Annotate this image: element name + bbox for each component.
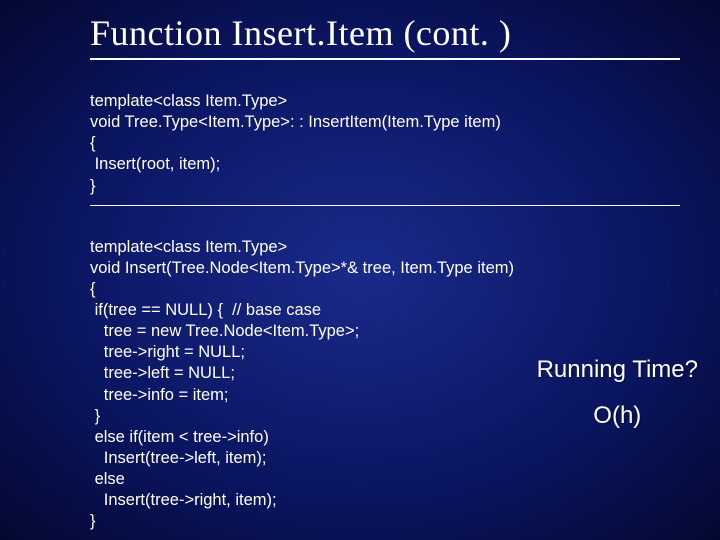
slide-title: Function Insert.Item (cont. ) — [90, 12, 680, 60]
code-line: void Tree.Type<Item.Type>: : InsertItem(… — [90, 113, 501, 131]
code-line: { — [90, 280, 96, 298]
running-time-box: Running Time? O(h) — [537, 356, 698, 430]
code-line: else — [90, 470, 125, 488]
code-line: void Insert(Tree.Node<Item.Type>*& tree,… — [90, 259, 514, 277]
code-line: Insert(tree->right, item); — [90, 491, 277, 509]
code-line: Insert(tree->left, item); — [90, 449, 267, 467]
code-line: } — [90, 177, 96, 195]
code-block-1: template<class Item.Type> void Tree.Type… — [90, 70, 680, 197]
running-time-answer: O(h) — [537, 402, 698, 430]
code-line: template<class Item.Type> — [90, 92, 287, 110]
code-line: { — [90, 134, 96, 152]
code-line: } — [90, 407, 100, 425]
running-time-question: Running Time? — [537, 356, 698, 384]
code-line: template<class Item.Type> — [90, 238, 287, 256]
code-block-2-wrap: template<class Item.Type> void Insert(Tr… — [90, 216, 680, 533]
code-line: tree->left = NULL; — [90, 364, 235, 382]
code-line: if(tree == NULL) { // base case — [90, 301, 321, 319]
code-line: Insert(root, item); — [90, 155, 220, 173]
divider — [90, 205, 680, 206]
code-line: tree->info = item; — [90, 386, 228, 404]
code-line: else if(item < tree->info) — [90, 428, 269, 446]
code-line: tree->right = NULL; — [90, 343, 245, 361]
code-line: } — [90, 512, 96, 530]
code-line: tree = new Tree.Node<Item.Type>; — [90, 322, 359, 340]
